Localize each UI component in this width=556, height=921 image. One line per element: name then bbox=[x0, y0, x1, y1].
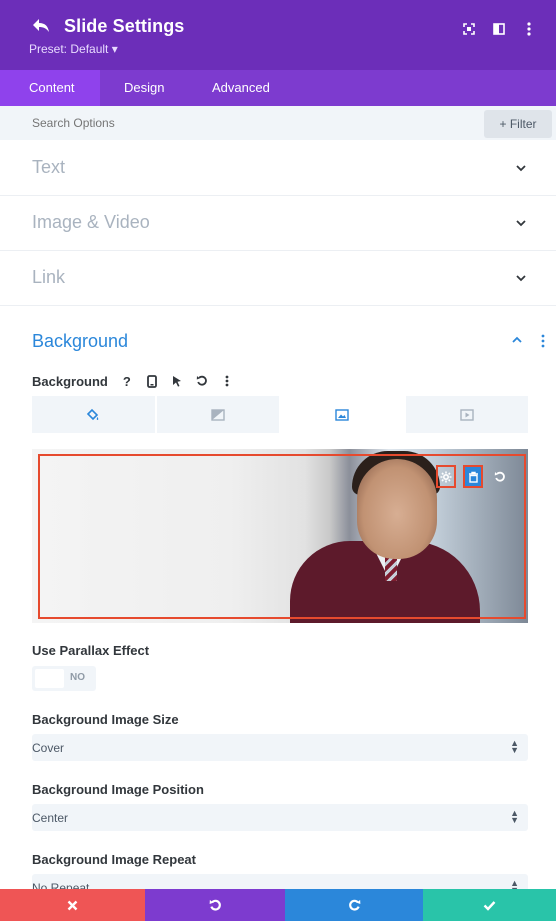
parallax-toggle[interactable]: NO bbox=[32, 666, 96, 691]
trash-icon[interactable] bbox=[463, 465, 483, 488]
image-size-select[interactable]: Cover ▲ ▼ bbox=[32, 734, 528, 761]
preset-dropdown[interactable]: Preset: Default ▾ bbox=[29, 42, 118, 56]
gradient-icon bbox=[211, 408, 225, 421]
reset-icon[interactable] bbox=[192, 372, 212, 390]
section-text[interactable]: Text bbox=[0, 140, 556, 196]
image-position-label: Background Image Position bbox=[32, 782, 204, 797]
help-icon[interactable]: ? bbox=[117, 372, 137, 390]
select-arrows-icon: ▲▼ bbox=[510, 738, 519, 755]
save-icon bbox=[483, 900, 496, 911]
section-label: Image & Video bbox=[32, 212, 150, 232]
color-fill-icon bbox=[87, 408, 99, 420]
parallax-label: Use Parallax Effect bbox=[32, 643, 150, 658]
settings-icon[interactable] bbox=[436, 465, 456, 488]
settings-header: Slide Settings Preset: Default ▾ bbox=[0, 0, 556, 70]
section-label: Text bbox=[32, 157, 66, 177]
settings-tabs: Content Design Advanced bbox=[0, 70, 556, 106]
section-background-title[interactable]: Background bbox=[32, 331, 128, 352]
redo-button[interactable] bbox=[285, 889, 423, 921]
more-icon[interactable] bbox=[217, 372, 237, 390]
background-type-video[interactable] bbox=[405, 396, 528, 433]
background-type-color[interactable] bbox=[32, 396, 155, 433]
preview-actions bbox=[436, 465, 510, 488]
phone-icon[interactable] bbox=[142, 372, 162, 390]
tab-content[interactable]: Content bbox=[0, 70, 100, 106]
section-link[interactable]: Link bbox=[0, 250, 556, 306]
select-value: Cover bbox=[32, 741, 65, 755]
search-bar: + Filter bbox=[0, 106, 556, 140]
filter-button[interactable]: + Filter bbox=[484, 110, 552, 138]
image-size-label: Background Image Size bbox=[32, 712, 179, 727]
image-position-select[interactable]: Center ▲ ▼ bbox=[32, 804, 528, 831]
section-label: Link bbox=[32, 267, 66, 287]
action-footer bbox=[0, 889, 556, 921]
photo-face bbox=[357, 459, 437, 559]
background-field-header: Background ? bbox=[32, 372, 242, 390]
section-image-video[interactable]: Image & Video bbox=[0, 195, 556, 251]
more-icon[interactable] bbox=[514, 18, 544, 40]
cancel-icon bbox=[67, 900, 78, 910]
back-icon[interactable] bbox=[30, 17, 52, 39]
chevron-down-icon bbox=[516, 165, 526, 172]
toggle-state: NO bbox=[70, 672, 85, 683]
chevron-up-icon[interactable] bbox=[511, 334, 523, 346]
redo-icon bbox=[348, 899, 360, 911]
search-input[interactable] bbox=[32, 116, 332, 130]
panel-title: Slide Settings bbox=[64, 16, 185, 36]
select-arrows-icon: ▲▼ bbox=[510, 808, 519, 825]
background-field-label: Background bbox=[32, 373, 108, 389]
background-type-tabs bbox=[32, 396, 528, 433]
hover-cursor-icon[interactable] bbox=[167, 372, 187, 390]
tab-design[interactable]: Design bbox=[100, 70, 188, 106]
cancel-button[interactable] bbox=[0, 889, 145, 921]
section-more-icon[interactable] bbox=[539, 333, 547, 349]
save-button[interactable] bbox=[423, 889, 556, 921]
undo-icon bbox=[209, 899, 221, 911]
background-type-image[interactable] bbox=[281, 396, 404, 433]
fullscreen-icon[interactable] bbox=[454, 18, 484, 40]
undo-button[interactable] bbox=[145, 889, 285, 921]
video-icon bbox=[460, 408, 474, 421]
reset-icon[interactable] bbox=[490, 465, 510, 488]
image-repeat-label: Background Image Repeat bbox=[32, 852, 196, 867]
select-value: Center bbox=[32, 811, 69, 825]
image-icon bbox=[335, 408, 349, 421]
chevron-down-icon bbox=[516, 275, 526, 282]
split-view-icon[interactable] bbox=[484, 18, 514, 40]
tab-advanced[interactable]: Advanced bbox=[188, 70, 270, 106]
chevron-down-icon bbox=[516, 220, 526, 227]
toggle-knob bbox=[35, 669, 64, 688]
background-type-gradient[interactable] bbox=[156, 396, 279, 433]
